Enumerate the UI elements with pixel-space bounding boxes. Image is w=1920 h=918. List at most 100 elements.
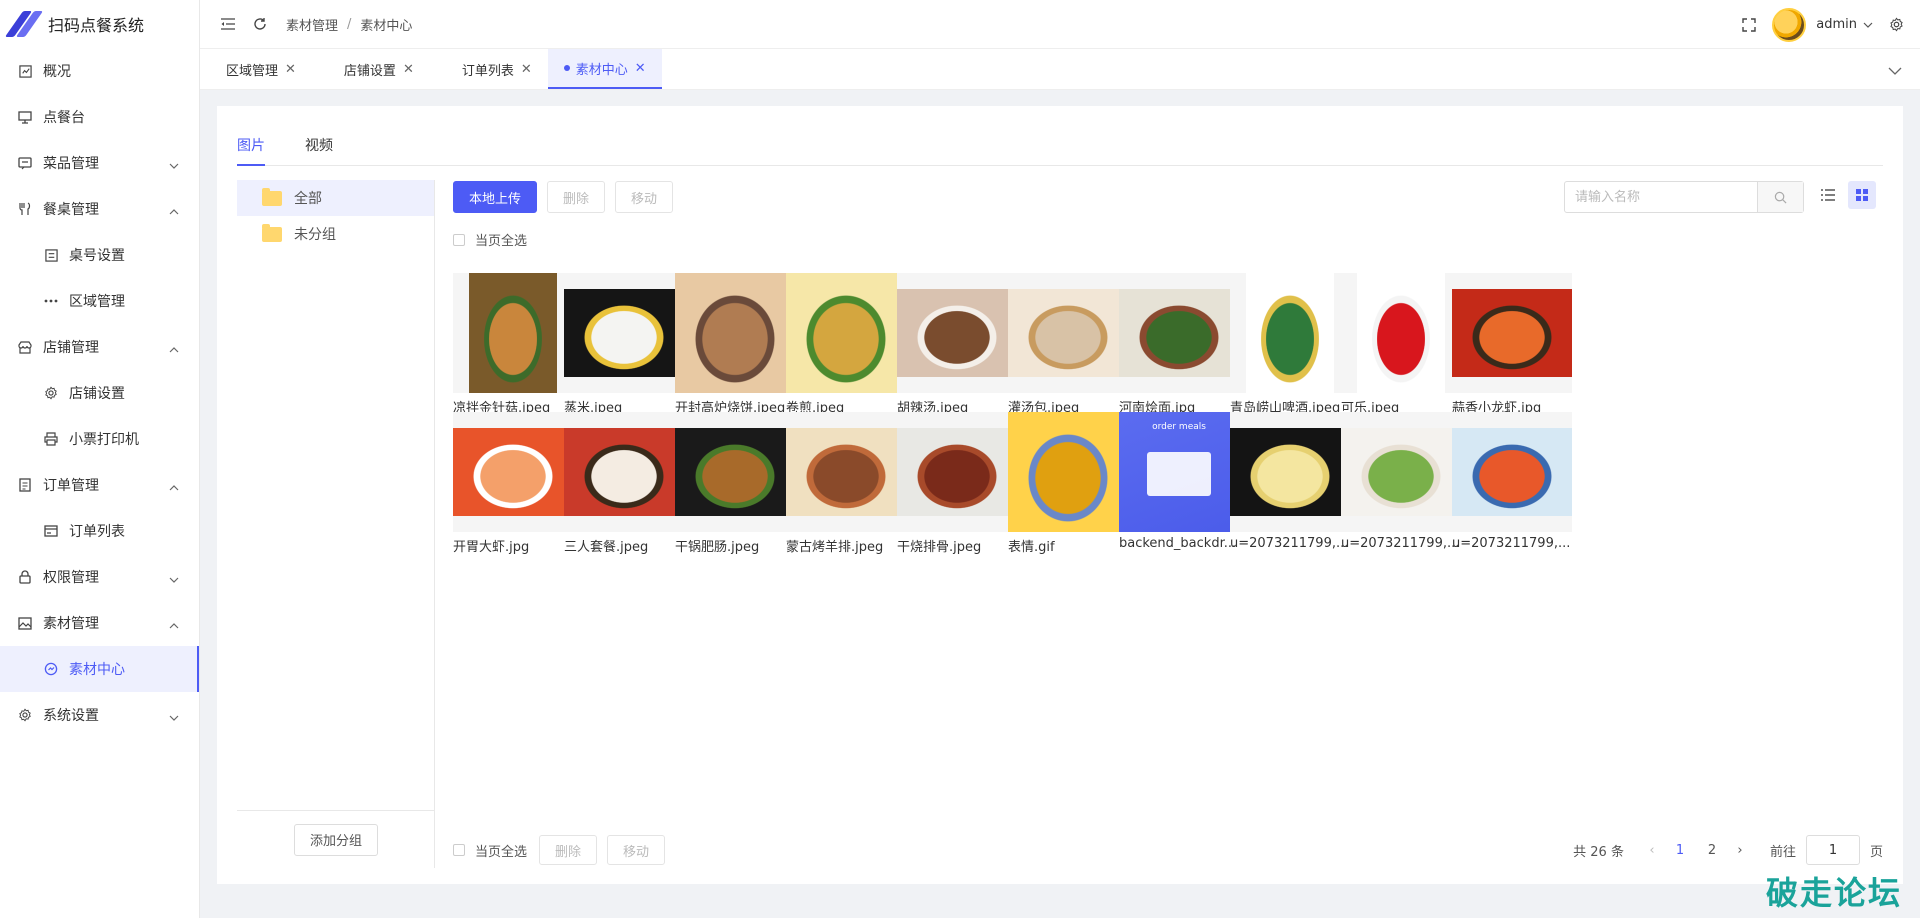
refresh-icon[interactable] <box>252 16 268 32</box>
close-icon[interactable]: ✕ <box>635 61 646 76</box>
media-thumbnail[interactable] <box>786 412 906 532</box>
breadcrumb-item[interactable]: 素材管理 <box>286 15 338 34</box>
page-tab[interactable]: 店铺设置 ✕ <box>312 49 430 89</box>
delete-button[interactable]: 删除 <box>547 181 606 213</box>
sidebar-item[interactable]: 系统设置 <box>0 692 199 738</box>
page-1[interactable]: 1 <box>1666 843 1694 858</box>
media-thumbnail[interactable] <box>1341 273 1461 393</box>
media-thumbnail[interactable] <box>564 412 684 532</box>
group-item-ungrouped[interactable]: 未分组 <box>237 216 434 252</box>
media-item[interactable]: 开封高炉烧饼.jpeg <box>675 273 795 416</box>
fullscreen-icon[interactable] <box>1742 17 1756 32</box>
group-item-all[interactable]: 全部 <box>237 180 434 216</box>
media-thumbnail[interactable] <box>453 273 573 393</box>
add-group-button[interactable]: 添加分组 <box>293 823 378 856</box>
avatar[interactable] <box>1772 7 1807 42</box>
media-item[interactable]: u=2073211799,... <box>1341 412 1461 551</box>
media-item[interactable]: 蒙古烤羊排.jpeg <box>786 412 906 555</box>
app-logo[interactable]: 扫码点餐系统 <box>0 0 199 48</box>
sidebar-item[interactable]: 素材中心 <box>0 646 199 692</box>
footer-delete-button[interactable]: 删除 <box>539 835 598 865</box>
tab-images[interactable]: 图片 <box>237 106 265 166</box>
next-page-icon[interactable]: › <box>1728 843 1752 858</box>
goto-page-input[interactable] <box>1805 835 1860 865</box>
page-2[interactable]: 2 <box>1698 843 1726 858</box>
media-thumbnail[interactable] <box>1230 273 1350 393</box>
media-item[interactable]: 可乐.jpeg <box>1341 273 1461 416</box>
move-button[interactable]: 移动 <box>615 181 674 213</box>
chevron-down-icon[interactable] <box>1863 22 1873 28</box>
media-thumbnail[interactable] <box>1230 412 1350 532</box>
page-tab[interactable]: 订单列表 ✕ <box>430 49 548 89</box>
media-item[interactable]: 蒸米.jpeg <box>564 273 684 416</box>
media-item[interactable]: 胡辣汤.jpeg <box>897 273 1017 416</box>
media-thumbnail[interactable] <box>1119 273 1239 393</box>
prev-page-icon[interactable]: ‹ <box>1640 843 1664 858</box>
select-all-label[interactable]: 当页全选 <box>475 230 527 249</box>
media-item[interactable]: u=2073211799,... <box>1230 412 1350 551</box>
sidebar-item[interactable]: 区域管理 <box>0 278 199 324</box>
user-name[interactable]: admin <box>1816 17 1857 32</box>
media-thumbnail[interactable]: order meals <box>1119 412 1239 532</box>
sidebar-item[interactable]: 店铺设置 <box>0 370 199 416</box>
media-thumbnail[interactable] <box>675 412 795 532</box>
footer-move-button[interactable]: 移动 <box>607 835 666 865</box>
sidebar-item[interactable]: 权限管理 <box>0 554 199 600</box>
media-thumbnail[interactable] <box>897 412 1017 532</box>
media-thumbnail[interactable] <box>453 412 573 532</box>
sidebar-item[interactable]: 餐桌管理 <box>0 186 199 232</box>
close-icon[interactable]: ✕ <box>403 62 414 77</box>
sidebar-item[interactable]: 小票打印机 <box>0 416 199 462</box>
menu-fold-icon[interactable] <box>220 16 236 32</box>
chevron-down-icon <box>169 571 181 583</box>
upload-button[interactable]: 本地上传 <box>453 181 538 213</box>
media-thumbnail[interactable] <box>897 273 1017 393</box>
media-item[interactable]: 卷煎.jpeg <box>786 273 906 416</box>
page-tab[interactable]: 素材中心 ✕ <box>547 49 662 89</box>
sidebar-item[interactable]: 点餐台 <box>0 94 199 140</box>
media-item[interactable]: 青岛崂山啤酒.jpeg <box>1230 273 1350 416</box>
sidebar-item[interactable]: 店铺管理 <box>0 324 199 370</box>
printer-icon <box>43 431 59 447</box>
page-tab[interactable]: 区域管理 ✕ <box>200 49 312 89</box>
media-item[interactable]: 开胃大虾.jpg <box>453 412 573 555</box>
media-item[interactable]: u=2073211799,... <box>1452 412 1572 551</box>
media-item[interactable]: 干锅肥肠.jpeg <box>675 412 795 555</box>
search-input[interactable] <box>1565 182 1757 212</box>
footer-select-all-checkbox[interactable] <box>453 844 465 856</box>
sidebar-item[interactable]: 桌号设置 <box>0 232 199 278</box>
sidebar-item[interactable]: 菜品管理 <box>0 140 199 186</box>
media-item[interactable]: 灌汤包.jpeg <box>1008 273 1128 416</box>
close-icon[interactable]: ✕ <box>285 62 296 77</box>
media-item[interactable]: 凉拌金针菇.jpeg <box>453 273 573 416</box>
media-item[interactable]: 表情.gif <box>1008 412 1128 555</box>
monitor-icon <box>17 109 33 125</box>
sidebar-item[interactable]: 概况 <box>0 48 199 94</box>
select-all-checkbox[interactable] <box>453 233 465 246</box>
sidebar-item[interactable]: 订单管理 <box>0 462 199 508</box>
media-thumbnail[interactable] <box>786 273 906 393</box>
media-item[interactable]: 干烧排骨.jpeg <box>897 412 1017 555</box>
media-item[interactable]: 蒜香小龙虾.jpg <box>1452 273 1572 416</box>
media-filename: u=2073211799,... <box>1452 536 1571 551</box>
settings-gear-icon[interactable] <box>1889 17 1904 32</box>
media-item[interactable]: 三人套餐.jpeg <box>564 412 684 555</box>
media-thumbnail[interactable] <box>1008 273 1128 393</box>
search-button[interactable] <box>1757 182 1803 212</box>
media-thumbnail[interactable] <box>1341 412 1461 532</box>
grid-view-icon[interactable] <box>1848 181 1876 209</box>
media-thumbnail[interactable] <box>675 273 795 393</box>
sidebar-item[interactable]: 订单列表 <box>0 508 199 554</box>
sidebar-item[interactable]: 素材管理 <box>0 600 199 646</box>
media-thumbnail[interactable] <box>1008 412 1128 532</box>
media-item[interactable]: 河南烩面.jpg <box>1119 273 1239 416</box>
media-thumbnail[interactable] <box>1452 273 1572 393</box>
media-item[interactable]: order meals backend_backdr... <box>1119 412 1239 551</box>
tab-videos[interactable]: 视频 <box>305 106 333 166</box>
tabs-dropdown-icon[interactable] <box>1888 63 1902 77</box>
close-icon[interactable]: ✕ <box>521 62 532 77</box>
list-view-icon[interactable] <box>1814 181 1842 209</box>
media-thumbnail[interactable] <box>564 273 684 393</box>
media-thumbnail[interactable] <box>1452 412 1572 532</box>
footer-select-all-label[interactable]: 当页全选 <box>475 841 527 860</box>
